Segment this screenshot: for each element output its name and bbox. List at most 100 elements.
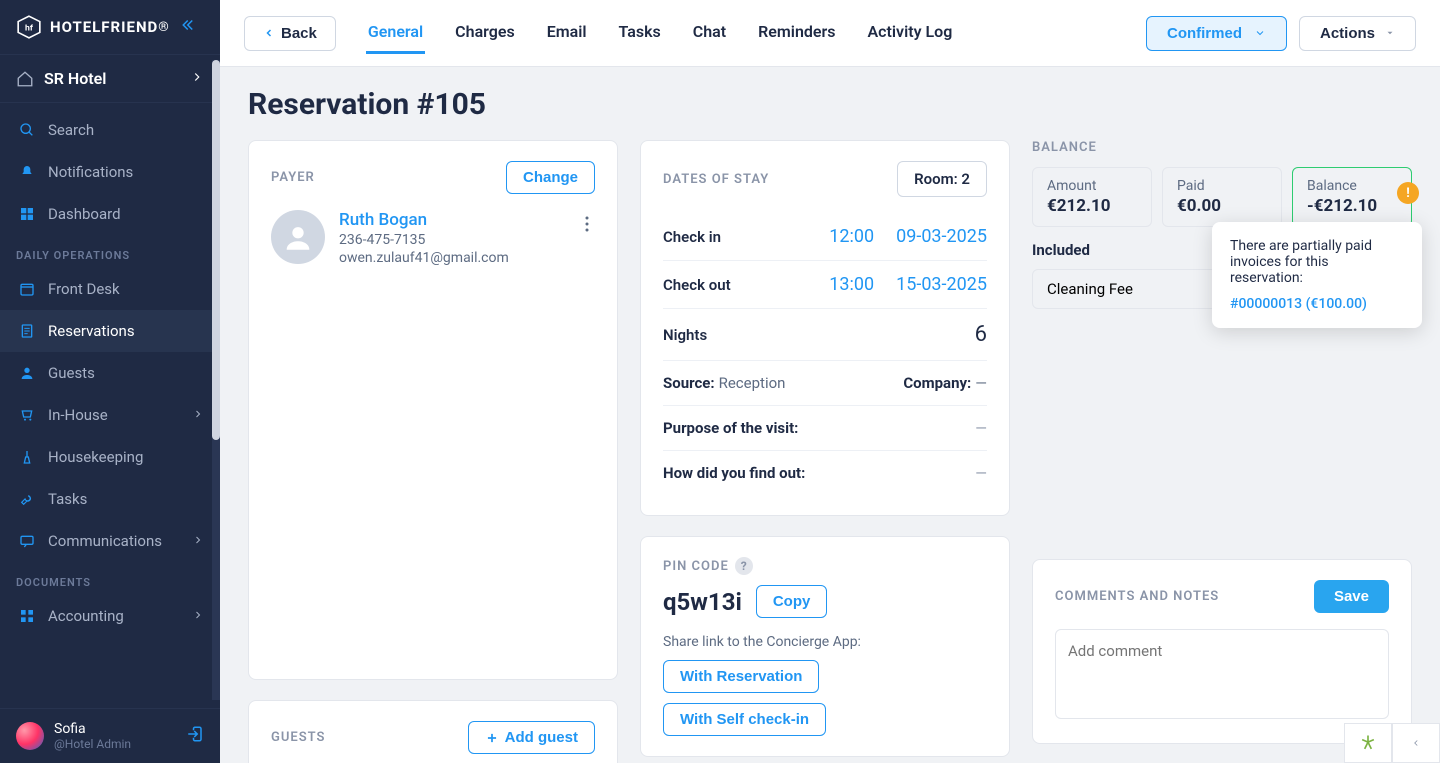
nav-section-top: Search Notifications Dashboard DAILY OPE… (0, 103, 220, 643)
balance-card: BALANCE Amount €212.10 Paid €0.00 Balanc… (1032, 140, 1412, 309)
main: Back General Charges Email Tasks Chat Re… (220, 0, 1440, 763)
findout-row: How did you find out: — (663, 451, 987, 495)
bell-icon (16, 164, 38, 180)
nights-row: Nights 6 (663, 309, 987, 361)
wrench-icon (16, 491, 38, 507)
pin-label: PIN CODE (663, 559, 729, 574)
housekeeping-icon (16, 449, 38, 465)
tab-chat[interactable]: Chat (691, 12, 728, 54)
nav-guests[interactable]: Guests (0, 352, 220, 394)
pin-code-value: q5w13i (663, 588, 742, 616)
save-comment-button[interactable]: Save (1314, 580, 1389, 613)
invoice-link[interactable]: #00000013 (€100.00) (1230, 296, 1404, 312)
nav-notifications[interactable]: Notifications (0, 151, 220, 193)
sidebar-collapse-icon[interactable] (178, 16, 204, 38)
nav-in-house[interactable]: In-House (0, 394, 220, 436)
change-payer-button[interactable]: Change (506, 161, 595, 194)
payer-email: owen.zulauf41@gmail.com (339, 250, 509, 266)
nav-search[interactable]: Search (0, 109, 220, 151)
nights-value: 6 (975, 322, 987, 347)
copy-pin-button[interactable]: Copy (756, 585, 828, 618)
chevron-right-icon (190, 69, 204, 88)
widget-1[interactable] (1344, 723, 1392, 763)
user-row[interactable]: Sofia @Hotel Admin (0, 708, 220, 763)
chat-icon (16, 533, 38, 549)
payer-card: PAYER Change Ruth Bogan 236-475-7135 owe… (248, 140, 618, 680)
chevron-down-icon (1254, 27, 1266, 39)
pin-card: PIN CODE ? q5w13i Copy Share link to the… (640, 536, 1010, 757)
brand-text: HOTELFRIEND (50, 18, 158, 36)
guests-card: GUESTS Add guest (248, 700, 618, 763)
comments-card: COMMENTS AND NOTES Save (1032, 559, 1412, 744)
calendar-icon (16, 281, 38, 297)
amount-box: Amount €212.10 (1032, 167, 1152, 227)
actions-dropdown[interactable]: Actions (1299, 16, 1416, 51)
checkin-time[interactable]: 12:00 (829, 226, 874, 247)
room-selector[interactable]: Room: 2 (897, 161, 987, 197)
nav-reservations[interactable]: Reservations (0, 310, 220, 352)
tabs: General Charges Email Tasks Chat Reminde… (366, 12, 954, 54)
tab-email[interactable]: Email (545, 12, 589, 54)
with-reservation-button[interactable]: With Reservation (663, 660, 819, 693)
hotel-selector[interactable]: SR Hotel (0, 54, 220, 103)
logo-icon: hf (16, 14, 42, 40)
home-icon (16, 70, 34, 88)
search-icon (16, 122, 38, 138)
signout-icon[interactable] (186, 725, 204, 747)
chevron-right-icon (192, 607, 204, 625)
nav-heading-docs: DOCUMENTS (0, 562, 220, 595)
tab-reminders[interactable]: Reminders (756, 12, 837, 54)
hotel-name: SR Hotel (44, 69, 106, 88)
dates-label: DATES OF STAY (663, 172, 769, 187)
with-self-checkin-button[interactable]: With Self check-in (663, 703, 826, 736)
nav-housekeeping[interactable]: Housekeeping (0, 436, 220, 478)
nav-communications[interactable]: Communications (0, 520, 220, 562)
pin-help-icon[interactable]: ? (735, 557, 753, 575)
user-avatar (16, 722, 44, 750)
back-button[interactable]: Back (244, 16, 336, 51)
svg-text:hf: hf (25, 23, 34, 33)
status-dropdown[interactable]: Confirmed (1146, 16, 1287, 51)
tab-general[interactable]: General (366, 12, 425, 54)
payer-name-link[interactable]: Ruth Bogan (339, 210, 509, 230)
nav-front-desk[interactable]: Front Desk (0, 268, 220, 310)
checkout-date[interactable]: 15-03-2025 (896, 274, 987, 295)
checkout-time[interactable]: 13:00 (829, 274, 874, 295)
chevron-right-icon (192, 532, 204, 550)
top-actions: Confirmed Actions (1146, 16, 1416, 51)
chevron-right-icon (192, 406, 204, 424)
widget-collapse[interactable] (1392, 723, 1440, 763)
tab-charges[interactable]: Charges (453, 12, 517, 54)
comment-textarea[interactable] (1055, 629, 1389, 719)
tab-tasks[interactable]: Tasks (617, 12, 663, 54)
bottom-widgets (1344, 723, 1440, 763)
paid-box: Paid €0.00 (1162, 167, 1282, 227)
warning-icon[interactable]: ! (1397, 182, 1419, 204)
sidebar: hf HOTELFRIEND® SR Hotel Search Notifica… (0, 0, 220, 763)
user-role: @Hotel Admin (54, 737, 131, 751)
add-guest-button[interactable]: Add guest (468, 721, 595, 754)
sidebar-scrollbar[interactable] (212, 60, 220, 440)
nav-tasks[interactable]: Tasks (0, 478, 220, 520)
tab-activity-log[interactable]: Activity Log (866, 12, 955, 54)
caret-down-icon (1385, 28, 1395, 38)
invoice-tooltip: There are partially paid invoices for th… (1212, 222, 1422, 328)
topbar: Back General Charges Email Tasks Chat Re… (220, 0, 1440, 67)
nav-heading-daily: DAILY OPERATIONS (0, 235, 220, 268)
cart-icon (16, 407, 38, 423)
payer-avatar (271, 210, 325, 264)
page-title: Reservation #105 (248, 87, 1412, 122)
content: Reservation #105 PAYER Change Ruth Bogan (220, 67, 1440, 763)
payer-menu-icon[interactable] (579, 210, 595, 242)
user-icon (16, 365, 38, 381)
payer-label: PAYER (271, 170, 315, 185)
checkin-date[interactable]: 09-03-2025 (896, 226, 987, 247)
nav-dashboard[interactable]: Dashboard (0, 193, 220, 235)
dashboard-icon (16, 206, 38, 222)
nav-accounting[interactable]: Accounting (0, 595, 220, 637)
payer-phone: 236-475-7135 (339, 232, 509, 248)
guests-label: GUESTS (271, 730, 326, 745)
user-name: Sofia (54, 721, 131, 737)
logo-row: hf HOTELFRIEND® (0, 0, 220, 54)
balance-box: Balance -€212.10 ! (1292, 167, 1412, 227)
